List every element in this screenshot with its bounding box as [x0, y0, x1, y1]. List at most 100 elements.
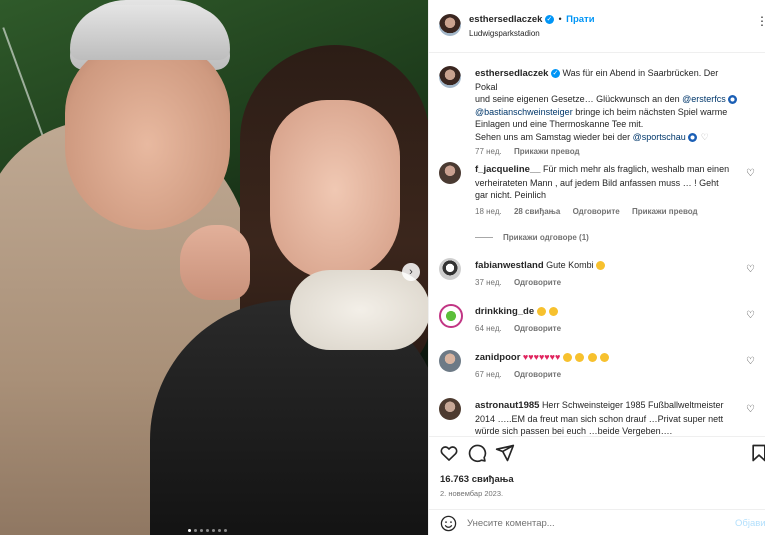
white-heart-icon: ♡	[700, 131, 709, 142]
commenter-avatar[interactable]	[439, 162, 461, 184]
view-replies-button[interactable]: Прикажи одговоре (1)	[503, 233, 589, 242]
raised-hands-emoji-icon	[587, 353, 597, 363]
reply-button[interactable]: Одговорите	[573, 207, 620, 216]
more-icon[interactable]: ⋮	[756, 14, 765, 28]
commenter-avatar[interactable]	[439, 350, 461, 372]
follow-button[interactable]: Прати	[566, 14, 594, 25]
carousel-dot	[224, 529, 227, 532]
hand-on-shoulder	[180, 225, 250, 300]
comment-likes[interactable]: 28 свиђања	[514, 207, 560, 216]
translate-link[interactable]: Прикажи превод	[632, 207, 698, 216]
soccer-ball-icon	[688, 132, 698, 142]
comment-input[interactable]: Унесите коментар...	[467, 518, 555, 529]
commenter-avatar[interactable]	[439, 304, 463, 328]
commenter-username[interactable]: zanidpoor	[475, 352, 520, 363]
author-avatar[interactable]	[439, 14, 461, 36]
replies-line	[475, 237, 493, 239]
post-comment-button[interactable]: Објави	[735, 518, 765, 529]
post-photo[interactable]: ›	[0, 0, 428, 535]
comment-line: 2014 …..EM da freut man sich schon drauf…	[475, 413, 724, 424]
like-comment-icon[interactable]: ♡	[746, 356, 755, 367]
like-comment-icon[interactable]: ♡	[746, 404, 755, 415]
verified-icon: ✓	[544, 15, 554, 25]
man-hair-top	[70, 5, 230, 60]
caption-username[interactable]: esthersedlaczek	[475, 68, 548, 79]
caption-text: esthersedlaczek ✓ Was für ein Abend in S…	[475, 67, 743, 159]
comment-age: 64 нед.	[475, 323, 502, 333]
comments-scroll[interactable]: esthersedlaczek ✓ Was für ein Abend in S…	[429, 52, 765, 436]
raised-hands-emoji-icon	[575, 353, 585, 363]
mention-link[interactable]: @bastianschweinsteiger	[475, 107, 573, 117]
comment-age: 67 нед.	[475, 369, 502, 379]
post-header: esthersedlaczek ✓ • Прати Ludwigsparksta…	[429, 0, 765, 53]
reply-button[interactable]: Одговорите	[514, 324, 561, 333]
bookmark-icon[interactable]	[749, 443, 765, 463]
comment-text: astronaut1985 Herr Schweinsteiger 1985 F…	[475, 399, 743, 436]
translate-link[interactable]: Прикажи превод	[514, 147, 580, 156]
next-photo-button[interactable]: ›	[402, 263, 420, 281]
comment-line: verheirateten Mann , auf jedem Bild anfa…	[475, 177, 719, 188]
post-date: 2. новембар 2023.	[440, 489, 504, 498]
like-comment-icon[interactable]: ♡	[746, 264, 755, 275]
post-sidebar: esthersedlaczek ✓ • Прати Ludwigsparksta…	[428, 0, 765, 535]
comment-age: 37 нед.	[475, 277, 502, 287]
commenter-avatar[interactable]	[439, 398, 461, 420]
mention-link[interactable]: @sportschau	[633, 132, 686, 142]
comment-line: Gute Kombi	[546, 260, 594, 270]
clap-emoji-icon	[596, 261, 606, 271]
comment-line: Herr Schweinsteiger 1985 Fußballweltmeis…	[541, 400, 724, 410]
comment-line: würde sich passen bei euch …beide Vergeb…	[475, 426, 673, 436]
clap-emoji-icon	[536, 307, 546, 317]
carousel-dot	[200, 529, 203, 532]
caption-avatar[interactable]	[439, 66, 461, 88]
clap-emoji-icon	[549, 307, 559, 317]
heart-eyes-emoji-icon	[562, 353, 572, 363]
reply-button[interactable]: Одговорите	[514, 370, 561, 379]
woman-face	[270, 100, 400, 280]
caption-line: und seine eigenen Gesetze… Glückwunsch a…	[475, 94, 683, 104]
raised-hands-emoji-icon	[600, 353, 610, 363]
commenter-username[interactable]: f_jacqueline__	[475, 164, 540, 175]
share-icon[interactable]	[495, 443, 515, 463]
carousel-dot	[212, 529, 215, 532]
carousel-dot	[218, 529, 221, 532]
comment-icon[interactable]	[467, 443, 487, 463]
comment-text: fabianwestland Gute Kombi 37 нед. Одгово…	[475, 259, 743, 289]
woman-collar	[290, 270, 428, 350]
like-count[interactable]: 16.763 свиђања	[440, 474, 514, 485]
comment-line: gar nicht. Peinlich	[475, 190, 547, 200]
heart-emoji-icon: ♥♥♥♥♥♥♥	[522, 352, 561, 362]
commenter-username[interactable]: drinkking_de	[475, 306, 534, 317]
add-comment-bar: Унесите коментар... Објави	[429, 509, 765, 535]
heart-icon[interactable]	[439, 443, 459, 463]
commenter-avatar[interactable]	[439, 258, 461, 280]
like-comment-icon[interactable]: ♡	[746, 168, 755, 179]
man-face	[65, 40, 230, 230]
author-username[interactable]: esthersedlaczek	[469, 14, 542, 25]
like-comment-icon[interactable]: ♡	[746, 310, 755, 321]
location-link[interactable]: Ludwigsparkstadion	[469, 29, 540, 38]
soccer-ball-icon	[728, 95, 738, 105]
caption-age: 77 нед.	[475, 147, 502, 156]
reply-button[interactable]: Одговорите	[514, 278, 561, 287]
verified-icon: ✓	[550, 69, 560, 79]
author-line: esthersedlaczek ✓ • Прати	[469, 14, 595, 25]
comment-text: drinkking_de 64 нед. Одговорите	[475, 305, 743, 335]
comment-text: f_jacqueline__ Für mich mehr als fraglic…	[475, 163, 743, 245]
carousel-dot	[206, 529, 209, 532]
carousel-dots	[188, 529, 227, 532]
caption-line: Einlagen und eine Thermoskanne Tee mit.	[475, 119, 644, 129]
post-actions: 16.763 свиђања 2. новембар 2023. Унесите…	[429, 436, 765, 535]
commenter-username[interactable]: astronaut1985	[475, 400, 539, 411]
carousel-dot	[194, 529, 197, 532]
emoji-icon[interactable]	[440, 515, 457, 532]
comment-age: 18 нед.	[475, 206, 502, 216]
carousel-dot	[188, 529, 191, 532]
caption-line: bringe ich beim nächsten Spiel warme	[572, 106, 728, 117]
mention-link[interactable]: @ersterfcs	[682, 94, 726, 104]
comment-text: zanidpoor ♥♥♥♥♥♥♥ 67 нед. Одговорите	[475, 351, 743, 381]
caption-line: Sehen uns am Samstag wieder bei der	[475, 131, 633, 142]
instagram-post-view: › esthersedlaczek ✓ • Прати Ludwigsparks…	[0, 0, 765, 535]
comment-line: Für mich mehr als fraglich, weshalb man …	[543, 164, 730, 174]
commenter-username[interactable]: fabianwestland	[475, 260, 544, 271]
